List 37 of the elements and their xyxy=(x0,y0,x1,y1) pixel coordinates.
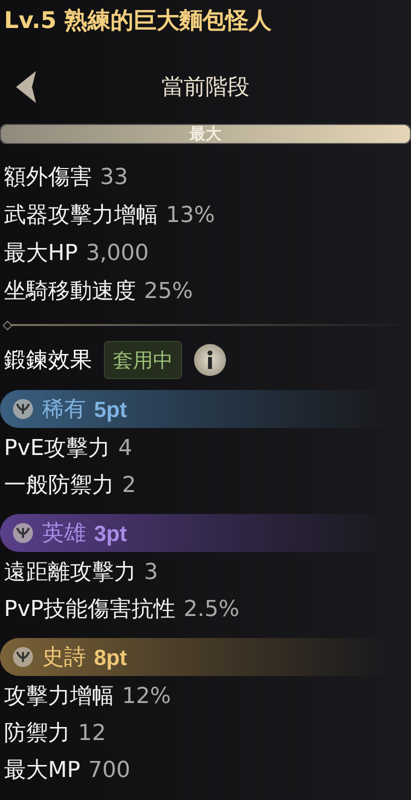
tier-points: 3pt xyxy=(94,520,127,548)
stat-value: 13% xyxy=(166,202,215,230)
stat-name: 防禦力 xyxy=(4,720,70,748)
stat-name: 最大HP xyxy=(4,240,78,268)
stat-value: 33 xyxy=(100,164,128,192)
emblem-icon xyxy=(12,398,34,420)
stat-name: PvP技能傷害抗性 xyxy=(4,596,176,624)
stat-value: 25% xyxy=(144,278,193,306)
stat-value: 2 xyxy=(122,472,136,500)
status-badge: 套用中 xyxy=(104,341,182,379)
stat-value: 3,000 xyxy=(86,240,149,268)
header-title: 當前階段 xyxy=(160,74,250,102)
tier-points: 8pt xyxy=(94,644,127,672)
stat-value: 12 xyxy=(78,720,106,748)
stat-value: 12% xyxy=(122,683,171,711)
stat-value: 700 xyxy=(88,757,130,785)
stat-value: 2.5% xyxy=(184,596,240,624)
stat-name: 遠距離攻擊力 xyxy=(4,559,136,587)
info-icon[interactable] xyxy=(194,344,226,376)
tier-name: 稀有 xyxy=(42,396,86,424)
stat-value: 3 xyxy=(144,559,158,587)
stat-name: 一般防禦力 xyxy=(4,472,114,500)
stage-label: 最大 xyxy=(188,125,222,143)
tier-name: 英雄 xyxy=(42,520,86,548)
stat-name: 坐騎移動速度 xyxy=(4,278,136,306)
stat-name: 武器攻擊力增幅 xyxy=(4,202,158,230)
forging-label: 鍛鍊效果 xyxy=(4,346,92,374)
stat-name: 攻擊力增幅 xyxy=(4,683,114,711)
emblem-icon xyxy=(12,646,34,668)
stat-name: PvE攻擊力 xyxy=(4,435,110,463)
page-title: Lv.5 熟練的巨大麵包怪人 xyxy=(4,8,272,34)
tier-name: 史詩 xyxy=(42,644,86,672)
stat-name: 額外傷害 xyxy=(4,164,92,192)
stat-name: 最大MP xyxy=(4,757,80,785)
stat-value: 4 xyxy=(118,435,132,463)
emblem-icon xyxy=(12,522,34,544)
tier-points: 5pt xyxy=(94,396,127,424)
